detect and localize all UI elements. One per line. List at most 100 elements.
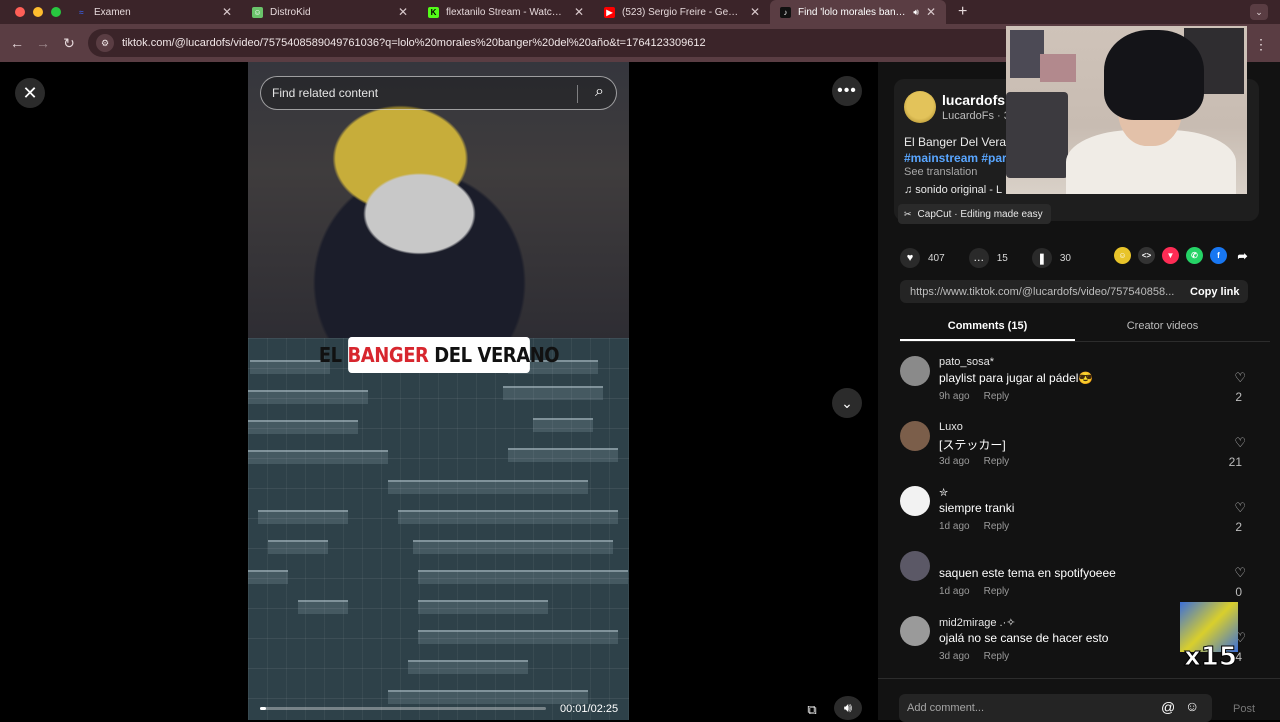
comment-time: 1d ago — [939, 521, 970, 532]
tiktok-page: ✕ EL BANGER DEL VERANO Find related cont… — [0, 26, 1280, 722]
video-player[interactable]: EL BANGER DEL VERANO ☝ — [248, 62, 629, 720]
action-bar: ♥ 407 … 15 ❚ 30 — [900, 248, 1095, 268]
capcut-icon: ✂ — [904, 208, 912, 219]
browser-tab-active[interactable]: ♪ Find 'lolo morales banger 🔊︎ ✕ — [770, 0, 946, 24]
comment-meta: 3d ago Reply — [939, 456, 1009, 467]
comment-text: ojalá no se canse de hacer esto — [939, 631, 1109, 645]
repost-icon[interactable]: ☺ — [1114, 247, 1131, 264]
forward-icon[interactable]: → — [30, 35, 56, 51]
close-window-button[interactable] — [15, 7, 25, 17]
commenter-name[interactable]: pato_sosa* — [939, 356, 994, 368]
tab-title: Examen — [94, 6, 131, 18]
commenter-name[interactable]: mid2mirage .·✧ — [939, 616, 1015, 629]
browser-tab[interactable]: K flextanilo Stream - Watch Live ✕ — [418, 0, 594, 24]
comment-meta: 3d ago Reply — [939, 651, 1009, 662]
commenter-avatar[interactable] — [900, 421, 930, 451]
close-tab-icon[interactable]: ✕ — [574, 5, 584, 19]
video-progress-bar[interactable] — [260, 707, 546, 710]
comment-like-icon[interactable]: ♡ — [1234, 500, 1246, 516]
creator-username[interactable]: lucardofs — [942, 92, 1005, 108]
comment-item: ✮ siempre tranki 1d ago Reply ♡ 2 — [878, 482, 1280, 542]
see-translation-link[interactable]: See translation — [904, 166, 977, 178]
capcut-anchor[interactable]: ✂ CapCut · Editing made easy — [898, 204, 1051, 224]
comment-item: saquen este tema en spotifyoeee 1d ago Re… — [878, 547, 1280, 607]
audio-playing-icon[interactable]: 🔊︎ — [913, 7, 919, 18]
close-tab-icon[interactable]: ✕ — [750, 5, 760, 19]
reply-button[interactable]: Reply — [984, 651, 1010, 662]
comment-like-icon[interactable]: ♡ — [1234, 565, 1246, 581]
send-to-friends-icon[interactable]: ▼ — [1162, 247, 1179, 264]
reply-button[interactable]: Reply — [984, 391, 1010, 402]
url-bar[interactable]: ⚙ tiktok.com/@lucardofs/video/7575408589… — [88, 29, 1088, 57]
comment-like-icon[interactable]: ♡ — [1234, 435, 1246, 451]
search-placeholder: Find related content — [272, 86, 379, 100]
post-hashtags[interactable]: #mainstream #par — [904, 151, 1007, 165]
tab-favicon-icon: K — [428, 6, 439, 18]
comment-time: 3d ago — [939, 456, 970, 467]
panel-tabs: Comments (15) Creator videos — [900, 316, 1270, 342]
emoji-icon[interactable]: ☺ — [1185, 698, 1199, 714]
close-tab-icon[interactable]: ✕ — [926, 5, 936, 19]
tab-creator-videos[interactable]: Creator videos — [1075, 316, 1250, 341]
commenter-name[interactable]: Luxo — [939, 421, 963, 433]
picture-in-picture-icon[interactable]: ⧉ — [800, 700, 824, 720]
caption-highlight: BANGER — [347, 343, 429, 367]
comment-icon[interactable]: … — [968, 248, 989, 268]
close-video-icon[interactable]: ✕ — [15, 78, 45, 108]
video-timecode: 00:01/02:25 — [560, 703, 619, 715]
tab-title: flextanilo Stream - Watch Live — [446, 6, 567, 18]
comment-text: [ステッカー] — [939, 438, 1006, 452]
comment-like-count: 21 — [1228, 455, 1242, 469]
creator-avatar[interactable] — [904, 91, 936, 123]
like-icon[interactable]: ♥ — [900, 248, 920, 268]
reply-button[interactable]: Reply — [984, 586, 1010, 597]
comment-text: saquen este tema en spotifyoeee — [939, 566, 1116, 580]
share-bar: ☺ <> ▼ ✆ f ➦ — [1114, 247, 1251, 264]
comment-time: 9h ago — [939, 391, 970, 402]
browser-tab[interactable]: ≈ Examen ✕ — [66, 0, 242, 24]
comment-meta: 1d ago Reply — [939, 521, 1009, 532]
volume-icon[interactable]: 🔊︎ — [834, 696, 862, 720]
next-video-icon[interactable]: ⌄ — [832, 388, 862, 418]
comment-text: siempre tranki — [939, 501, 1015, 515]
comment-time: 1d ago — [939, 586, 970, 597]
embed-icon[interactable]: <> — [1138, 247, 1155, 264]
caption-text: EL — [318, 343, 342, 367]
commenter-avatar[interactable] — [900, 616, 930, 646]
related-search-input[interactable]: Find related content ⌕ — [260, 76, 617, 110]
more-options-icon[interactable]: ••• — [832, 76, 862, 106]
zoom-window-button[interactable] — [51, 7, 61, 17]
tab-search-icon[interactable]: ⌄ — [1250, 4, 1268, 20]
post-comment-button[interactable]: Post — [1233, 703, 1255, 715]
tab-comments[interactable]: Comments (15) — [900, 316, 1075, 341]
commenter-avatar[interactable] — [900, 356, 930, 386]
mention-icon[interactable]: @ — [1161, 699, 1175, 715]
reply-button[interactable]: Reply — [984, 521, 1010, 532]
site-settings-icon[interactable]: ⚙ — [96, 34, 114, 52]
back-icon[interactable]: ← — [4, 35, 30, 51]
copy-link-button[interactable]: Copy link — [1190, 286, 1240, 298]
browser-menu-icon[interactable]: ⋮ — [1254, 36, 1268, 53]
comment-time: 3d ago — [939, 651, 970, 662]
search-icon[interactable]: ⌕ — [595, 83, 604, 101]
share-arrow-icon[interactable]: ➦ — [1234, 247, 1251, 264]
sound-link[interactable]: ♫ sonido original - L — [904, 184, 1002, 196]
reply-button[interactable]: Reply — [984, 456, 1010, 467]
tab-favicon-icon: ▶ — [604, 6, 615, 18]
comment-composer: Add comment... @ ☺ Post — [878, 678, 1280, 722]
close-tab-icon[interactable]: ✕ — [398, 5, 408, 19]
commenter-name[interactable]: ✮ — [939, 486, 948, 499]
commenter-avatar[interactable] — [900, 551, 930, 581]
browser-tab[interactable]: ▶ (523) Sergio Freire - Gente q ✕ — [594, 0, 770, 24]
new-tab-icon[interactable]: + — [946, 3, 979, 21]
minimize-window-button[interactable] — [33, 7, 43, 17]
commenter-avatar[interactable] — [900, 486, 930, 516]
facebook-icon[interactable]: f — [1210, 247, 1227, 264]
whatsapp-icon[interactable]: ✆ — [1186, 247, 1203, 264]
comment-like-icon[interactable]: ♡ — [1234, 370, 1246, 386]
reload-icon[interactable]: ↻ — [56, 35, 82, 52]
close-tab-icon[interactable]: ✕ — [222, 5, 232, 19]
browser-tab[interactable]: ☺ DistroKid ✕ — [242, 0, 418, 24]
bookmark-icon[interactable]: ❚ — [1031, 248, 1052, 268]
comment-item: pato_sosa* playlist para jugar al pádel😎… — [878, 352, 1280, 412]
